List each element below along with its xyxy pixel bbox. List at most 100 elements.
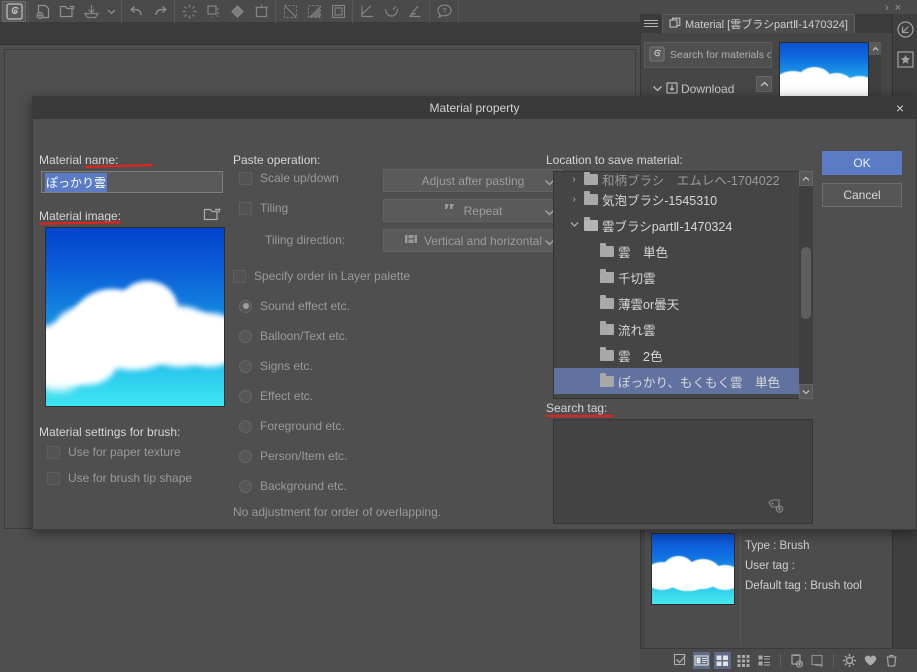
ok-button[interactable]: OK — [822, 151, 902, 175]
radio-person-item[interactable]: Person/Item etc. — [239, 449, 347, 463]
snap-perspective-icon[interactable] — [403, 1, 427, 22]
tree-row[interactable]: › 和柄ブラシ エムレヘ-1704022 — [554, 172, 812, 186]
favorite-star-icon[interactable] — [893, 44, 917, 74]
tree-row[interactable]: 雲ブラシpartⅡ-1470324 — [554, 212, 812, 238]
tiling-checkbox[interactable]: Tiling — [239, 201, 288, 215]
add-tag-icon[interactable] — [766, 497, 786, 517]
palette-scroll-up-button[interactable] — [756, 76, 772, 92]
cancel-button[interactable]: Cancel — [822, 183, 902, 207]
tree-scrollbar-thumb[interactable] — [801, 247, 811, 319]
use-for-paper-texture-checkbox[interactable]: Use for paper texture — [47, 445, 181, 459]
use-for-brush-tip-shape-checkbox[interactable]: Use for brush tip shape — [47, 471, 192, 485]
select-all-icon[interactable] — [278, 1, 302, 22]
tree-row[interactable]: 薄雲or曇天 — [554, 290, 812, 316]
info-row-default-tag: Default tag : Brush tool — [745, 580, 862, 592]
scale-combo[interactable]: Adjust after pasting — [383, 169, 563, 192]
navigator-icon[interactable] — [893, 14, 917, 44]
chevron-right-icon[interactable]: › — [885, 2, 889, 14]
info-row-type: Type : Brush — [745, 540, 810, 552]
material-location-tree[interactable]: › 和柄ブラシ エムレヘ-1704022 › 気泡ブラシ-1545310 雲ブラ… — [553, 171, 813, 399]
list-view-icon[interactable] — [756, 652, 773, 669]
use-for-brush-tip-shape-label: Use for brush tip shape — [68, 471, 193, 485]
material-image-preview[interactable] — [45, 227, 225, 407]
tree-row[interactable]: 雲 2色 — [554, 342, 812, 368]
tree-row[interactable]: › 気泡ブラシ-1545310 — [554, 186, 812, 212]
open-file-icon[interactable] — [55, 1, 79, 22]
radio-sound-effect[interactable]: Sound effect etc. — [239, 299, 350, 313]
fill-selection-icon[interactable] — [201, 1, 225, 22]
tiling-combo[interactable]: Repeat — [383, 199, 563, 222]
fill-icon[interactable] — [225, 1, 249, 22]
close-icon[interactable]: × — [895, 2, 901, 14]
paste-operation-label: Paste operation: — [233, 153, 321, 167]
settings-gear-icon[interactable] — [841, 652, 858, 669]
undo-icon[interactable] — [124, 1, 148, 22]
snap-parallel-icon[interactable] — [355, 1, 379, 22]
clip-studio-logo-icon — [649, 45, 665, 65]
chevron-down-icon[interactable] — [799, 384, 813, 399]
snap-curve-icon[interactable] — [379, 1, 403, 22]
tree-row[interactable]: 流れ雲 — [554, 316, 812, 342]
redo-icon[interactable] — [148, 1, 172, 22]
small-grid-view-icon[interactable] — [735, 652, 752, 669]
close-icon[interactable]: × — [888, 97, 912, 119]
radio-balloon-text[interactable]: Balloon/Text etc. — [239, 329, 348, 343]
brush-settings-label: Material settings for brush: — [39, 425, 181, 439]
list-detail-view-icon[interactable] — [693, 652, 710, 669]
checkbox-box — [47, 445, 60, 459]
replace-material-icon[interactable] — [809, 652, 826, 669]
thumbnail-grid-view-icon[interactable] — [714, 652, 731, 669]
location-to-save-label: Location to save material: — [546, 153, 683, 167]
scale-up-down-checkbox[interactable]: Scale up/down — [239, 171, 339, 185]
tree-scrollbar[interactable] — [799, 171, 813, 399]
paste-material-icon[interactable] — [788, 652, 805, 669]
delete-trash-icon[interactable] — [883, 652, 900, 669]
clip-studio-logo-icon[interactable] — [2, 0, 26, 22]
annotation-underline-material-image — [38, 221, 122, 225]
new-document-icon[interactable] — [31, 1, 55, 22]
chevron-right-icon[interactable]: › — [568, 174, 580, 185]
hamburger-icon[interactable] — [644, 17, 658, 31]
chevron-up-icon[interactable] — [869, 42, 881, 55]
radio-foreground[interactable]: Foreground etc. — [239, 419, 345, 433]
search-materials-button[interactable]: Search for materials on AS — [644, 42, 772, 68]
checkbox-select-icon[interactable] — [672, 652, 689, 669]
radio-signs-label: Signs etc. — [260, 359, 313, 373]
invert-selection-icon[interactable] — [326, 1, 350, 22]
material-info-thumbnail[interactable] — [651, 533, 735, 605]
tiling-label: Tiling — [260, 201, 289, 215]
radio-effect[interactable]: Effect etc. — [239, 389, 313, 403]
svg-text:?: ? — [442, 6, 446, 15]
tiling-direction-combo[interactable]: Vertical and horizontal — [383, 229, 563, 252]
dialog-titlebar[interactable]: Material property × — [33, 97, 916, 119]
tab-material[interactable]: Material [雲ブラシpartⅡ-1470324] — [662, 14, 855, 33]
search-tag-box[interactable] — [553, 419, 813, 524]
material-name-input[interactable]: ぽっかり雲 — [41, 171, 223, 193]
material-thumbnail-scrollbar[interactable] — [869, 42, 881, 98]
tree-row[interactable]: 雲 単色 — [554, 238, 812, 264]
bottom-bar-separator-2 — [833, 653, 834, 668]
clear-icon[interactable] — [177, 1, 201, 22]
tree-row[interactable]: 千切雲 — [554, 264, 812, 290]
deselect-icon[interactable] — [302, 1, 326, 22]
open-folder-icon[interactable] — [203, 205, 223, 223]
chevron-up-icon[interactable] — [799, 171, 813, 186]
folder-icon — [600, 294, 614, 309]
help-icon[interactable]: ? — [432, 1, 456, 22]
scale-rotate-icon[interactable] — [249, 1, 273, 22]
tree-row-selected[interactable]: ぽっかり、もくもく雲 単色 — [554, 368, 812, 394]
chevron-down-icon[interactable] — [568, 220, 580, 231]
chevron-down-icon[interactable] — [652, 82, 663, 96]
radio-background[interactable]: Background etc. — [239, 479, 347, 493]
specify-order-checkbox[interactable]: Specify order in Layer palette — [233, 269, 410, 283]
save-icon[interactable] — [79, 1, 103, 22]
material-thumbnail-large[interactable] — [779, 42, 869, 98]
radio-signs[interactable]: Signs etc. — [239, 359, 313, 373]
material-name-value: ぽっかり雲 — [45, 172, 108, 192]
radio-button — [239, 359, 252, 373]
chevron-down-icon[interactable] — [103, 1, 119, 22]
favorite-heart-icon[interactable] — [862, 652, 879, 669]
chevron-right-icon[interactable]: › — [568, 194, 580, 205]
dialog-body: Material name: ぽっかり雲 Material image: Mat… — [33, 119, 916, 530]
radio-button — [239, 449, 252, 463]
